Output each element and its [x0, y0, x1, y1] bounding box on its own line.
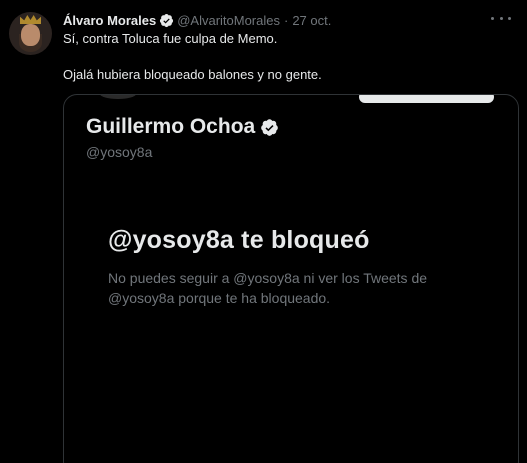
- tweet-header: Álvaro Morales @AlvaritoMorales · 27 oct…: [63, 11, 331, 29]
- embedded-profile-handle: @yosoy8a: [86, 144, 153, 160]
- embedded-profile-name-row: Guillermo Ochoa: [86, 115, 279, 139]
- avatar-face: [21, 24, 40, 46]
- blocked-title: @yosoy8a te bloqueó: [108, 226, 370, 254]
- verified-badge-icon: [261, 118, 279, 136]
- cropped-avatar-edge: [100, 95, 136, 99]
- cropped-button-edge: [359, 95, 494, 103]
- tweet-text-line-1: Sí, contra Toluca fue culpa de Memo.: [63, 31, 278, 46]
- tweet[interactable]: Álvaro Morales @AlvaritoMorales · 27 oct…: [0, 0, 527, 463]
- tweet-date[interactable]: 27 oct.: [292, 13, 331, 28]
- header-separator: ·: [283, 12, 289, 28]
- avatar-crown: [20, 15, 41, 24]
- tweet-text-line-2: Ojalá hubiera bloqueado balones y no gen…: [63, 67, 322, 82]
- more-options-icon[interactable]: [491, 11, 511, 25]
- verified-badge-icon: [160, 13, 174, 27]
- author-avatar[interactable]: [9, 12, 52, 55]
- author-handle[interactable]: @AlvaritoMorales: [177, 13, 280, 28]
- embedded-profile-name: Guillermo Ochoa: [86, 115, 256, 138]
- blocked-description: No puedes seguir a @yosoy8a ni ver los T…: [108, 270, 428, 306]
- attached-image[interactable]: Guillermo Ochoa @yosoy8a @yosoy8a te blo…: [63, 94, 519, 463]
- author-name[interactable]: Álvaro Morales: [63, 13, 156, 28]
